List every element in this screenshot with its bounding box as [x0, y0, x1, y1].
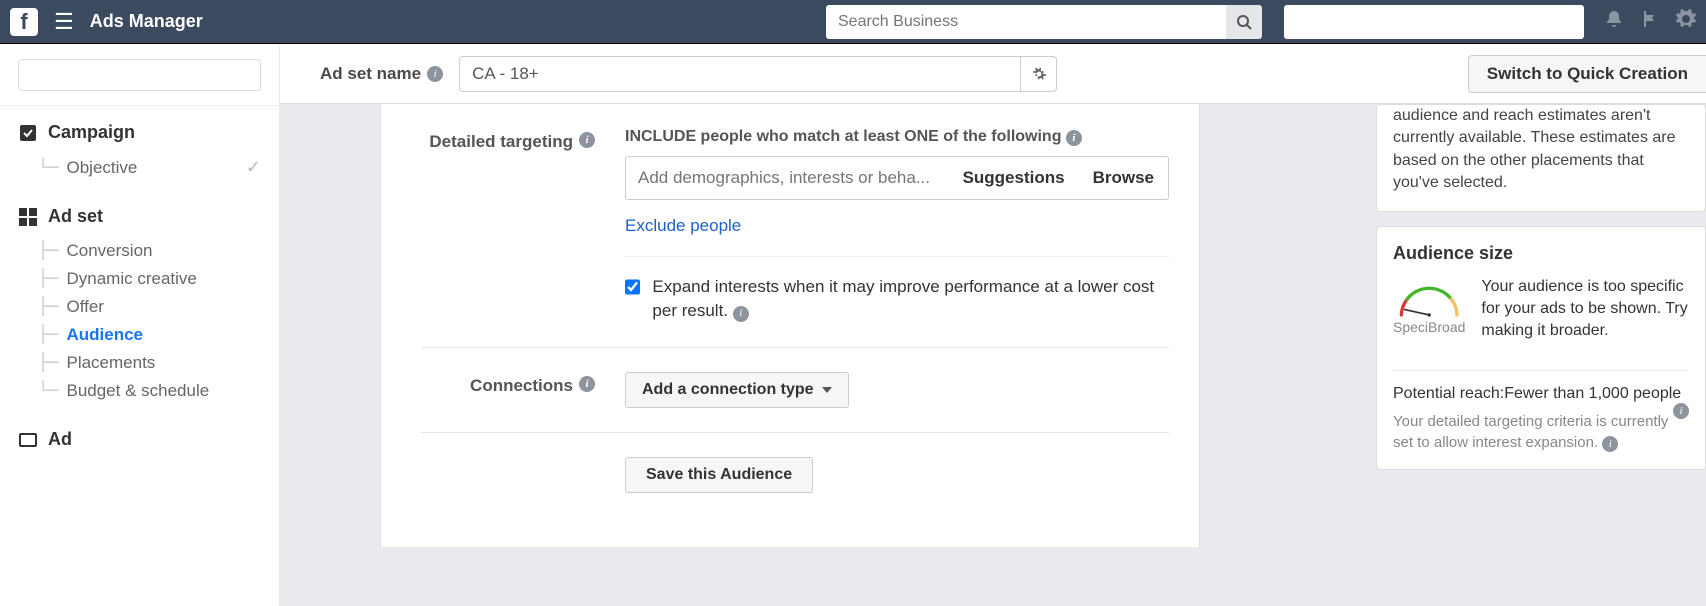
- expand-interests-checkbox[interactable]: [625, 278, 640, 296]
- search-input[interactable]: [826, 5, 1226, 39]
- sidebar-selector[interactable]: [18, 59, 261, 91]
- right-panel: audience and reach estimates aren't curr…: [1376, 104, 1706, 470]
- gauge-specific-label: Speci: [1393, 319, 1428, 335]
- save-row: Save this Audience: [421, 433, 1169, 517]
- switch-creation-button[interactable]: Switch to Quick Creation: [1468, 55, 1706, 93]
- browse-link[interactable]: Browse: [1079, 168, 1168, 188]
- chevron-down-icon: [822, 387, 832, 393]
- targeting-input-wrap: Suggestions Browse: [625, 156, 1169, 200]
- adset-section: Ad set ├─Conversion ├─Dynamic creative ├…: [0, 190, 279, 413]
- main-content: Detailed targeting i INCLUDE people who …: [280, 104, 1706, 547]
- sidebar-item-offer[interactable]: ├─Offer: [18, 293, 261, 321]
- add-connection-button[interactable]: Add a connection type: [625, 372, 849, 408]
- audience-message: Your audience is too specific for your a…: [1481, 276, 1689, 343]
- audience-gauge: Speci Broad: [1393, 276, 1465, 356]
- campaign-icon: [18, 123, 38, 143]
- info-icon[interactable]: i: [1602, 436, 1618, 452]
- exclude-people-link[interactable]: Exclude people: [625, 216, 741, 236]
- campaign-title: Campaign: [48, 122, 135, 143]
- targeting-input[interactable]: [626, 168, 949, 188]
- search-button[interactable]: [1226, 5, 1262, 39]
- ad-title: Ad: [48, 429, 72, 450]
- connections-row: Connections i Add a connection type: [421, 348, 1169, 433]
- search-bar: [826, 5, 1262, 39]
- bell-icon[interactable]: [1604, 9, 1624, 34]
- detailed-targeting-row: Detailed targeting i INCLUDE people who …: [421, 104, 1169, 348]
- search-icon: [1236, 14, 1252, 30]
- info-icon[interactable]: i: [733, 306, 749, 322]
- potential-reach-value: Fewer than 1,000 people: [1504, 385, 1681, 402]
- flag-icon[interactable]: [1640, 9, 1660, 34]
- include-heading: INCLUDE people who match at least ONE of…: [625, 128, 1061, 145]
- sidebar-item-budget[interactable]: └─Budget & schedule: [18, 377, 261, 405]
- reach-note-text: Your detailed targeting criteria is curr…: [1393, 413, 1668, 451]
- suggestions-link[interactable]: Suggestions: [949, 168, 1079, 188]
- sidebar-item-placements[interactable]: ├─Placements: [18, 349, 261, 377]
- save-audience-button[interactable]: Save this Audience: [625, 457, 813, 493]
- sidebar-item-conversion[interactable]: ├─Conversion: [18, 237, 261, 265]
- gauge-broad-label: Broad: [1428, 319, 1465, 335]
- info-icon[interactable]: i: [1673, 403, 1689, 419]
- audience-size-title: Audience size: [1393, 243, 1689, 264]
- connections-label: Connections: [470, 376, 573, 396]
- app-title: Ads Manager: [90, 11, 203, 32]
- adset-name-input[interactable]: [460, 57, 1020, 91]
- left-sidebar: Campaign └─Objective Ad set ├─Conversion…: [0, 45, 280, 606]
- ad-icon: [18, 430, 38, 450]
- adset-title: Ad set: [48, 206, 103, 227]
- account-selector[interactable]: [1284, 5, 1584, 39]
- ad-section: Ad: [0, 413, 279, 468]
- info-icon[interactable]: i: [579, 376, 595, 392]
- sidebar-item-dynamic-creative[interactable]: ├─Dynamic creative: [18, 265, 261, 293]
- audience-size-card: Audience size Speci Broad Your aud: [1376, 226, 1706, 470]
- info-icon[interactable]: i: [1066, 130, 1082, 146]
- adset-icon: [18, 207, 38, 227]
- estimate-note-card: audience and reach estimates aren't curr…: [1376, 104, 1706, 212]
- facebook-logo[interactable]: f: [10, 8, 38, 36]
- sidebar-item-objective[interactable]: └─Objective: [18, 153, 261, 182]
- menu-icon[interactable]: ☰: [48, 9, 80, 35]
- name-settings-button[interactable]: [1020, 57, 1056, 91]
- adset-name-label: Ad set name: [320, 64, 421, 84]
- top-bar: f ☰ Ads Manager: [0, 0, 1706, 44]
- form-card: Detailed targeting i INCLUDE people who …: [380, 104, 1200, 547]
- detailed-targeting-label: Detailed targeting: [429, 132, 573, 152]
- info-icon[interactable]: i: [579, 132, 595, 148]
- expand-interests-label: Expand interests when it may improve per…: [652, 275, 1169, 323]
- potential-reach-label: Potential reach:: [1393, 385, 1504, 402]
- estimate-note-text: audience and reach estimates aren't curr…: [1393, 107, 1676, 191]
- campaign-section: Campaign └─Objective: [0, 106, 279, 190]
- gear-icon[interactable]: [1676, 9, 1696, 34]
- info-icon[interactable]: i: [427, 66, 443, 82]
- sidebar-item-audience[interactable]: ├─Audience: [18, 321, 261, 349]
